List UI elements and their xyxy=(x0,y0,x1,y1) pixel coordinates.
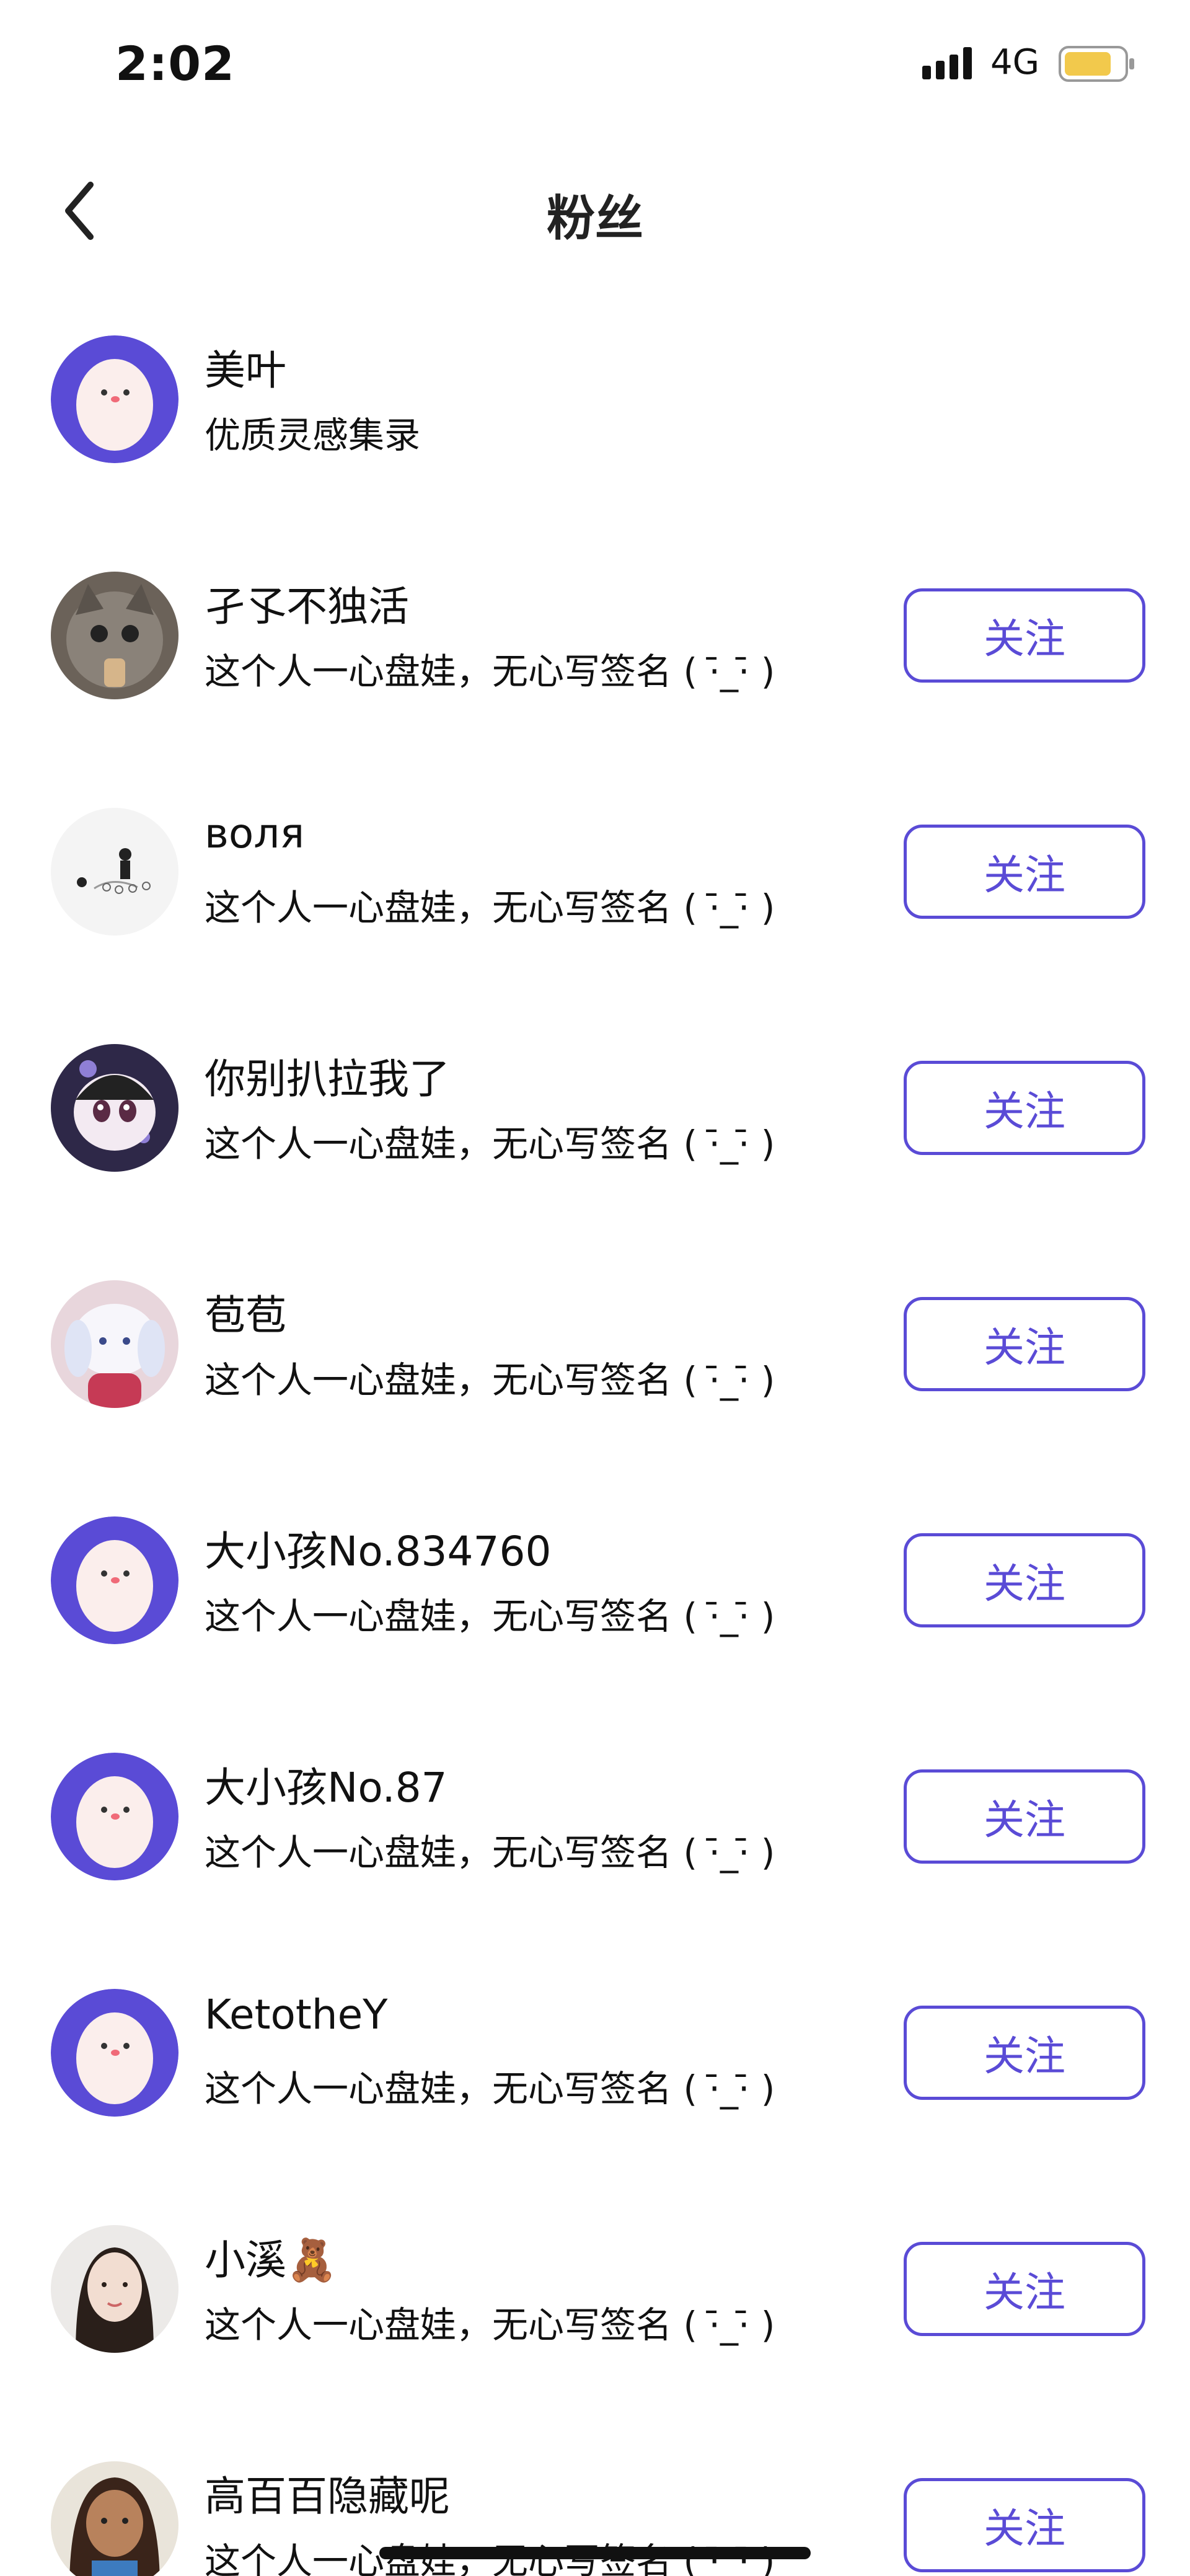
avatar[interactable] xyxy=(51,808,178,936)
status-bar: 2:02 4G xyxy=(0,0,1190,130)
follow-button[interactable]: 关注 xyxy=(904,588,1145,683)
status-time: 2:02 xyxy=(115,36,236,91)
avatar[interactable] xyxy=(51,2225,178,2353)
follow-button[interactable]: 关注 xyxy=(904,2478,1145,2572)
avatar[interactable] xyxy=(51,572,178,699)
follower-name: воля xyxy=(205,810,305,857)
follower-name: 大小孩No.87 xyxy=(205,1764,447,1812)
follower-row[interactable]: 苞苞这个人一心盘娃，无心写签名 ( ·̄_·̄ ) 关注 xyxy=(0,1255,1190,1490)
avatar-image xyxy=(51,1989,178,2117)
follower-row[interactable]: 你别扒拉我了这个人一心盘娃，无心写签名 ( ·̄_·̄ ) 关注 xyxy=(0,1019,1190,1254)
follower-name: 孑孓不独活 xyxy=(205,583,409,631)
follower-bio: 优质灵感集录 xyxy=(205,414,421,456)
avatar[interactable] xyxy=(51,1753,178,1880)
follower-bio: 这个人一心盘娃，无心写签名 ( ·̄_·̄ ) xyxy=(205,1831,775,1874)
follow-button[interactable]: 关注 xyxy=(904,1533,1145,1627)
follower-name: 苞苞 xyxy=(205,1291,286,1339)
follow-button[interactable]: 关注 xyxy=(904,1297,1145,1391)
avatar-image xyxy=(51,1753,178,1880)
follow-button[interactable]: 关注 xyxy=(904,2006,1145,2100)
follow-button[interactable]: 关注 xyxy=(904,1769,1145,1864)
avatar[interactable] xyxy=(51,1280,178,1408)
follower-name: 大小孩No.834760 xyxy=(205,1528,552,1575)
follow-button[interactable]: 关注 xyxy=(904,2242,1145,2336)
follower-row[interactable]: 大小孩No.87 这个人一心盘娃，无心写签名 ( ·̄_·̄ ) 关注 xyxy=(0,1727,1190,1963)
follower-name: 美叶 xyxy=(205,347,286,394)
avatar-image xyxy=(51,1516,178,1644)
avatar[interactable] xyxy=(51,1989,178,2117)
follow-button[interactable]: 关注 xyxy=(904,1061,1145,1155)
avatar[interactable] xyxy=(51,1516,178,1644)
page-title: 粉丝 xyxy=(546,191,643,247)
follower-row[interactable]: 大小孩No.834760 这个人一心盘娃，无心写签名 ( ·̄_·̄ ) 关注 xyxy=(0,1491,1190,1727)
avatar-image xyxy=(51,1044,178,1172)
avatar[interactable] xyxy=(51,335,178,463)
follower-row[interactable]: воля 这个人一心盘娃，无心写签名 ( ·̄_·̄ ) 关注 xyxy=(0,782,1190,1018)
avatar[interactable] xyxy=(51,2461,178,2576)
follower-row[interactable]: KetotheY 这个人一心盘娃，无心写签名 ( ·̄_·̄ ) 关注 xyxy=(0,1963,1190,2199)
network-label: 4G xyxy=(990,42,1040,82)
battery-icon xyxy=(1059,46,1134,82)
follower-name: 你别扒拉我了 xyxy=(205,1055,450,1103)
follower-bio: 这个人一心盘娃，无心写签名 ( ·̄_·̄ ) xyxy=(205,887,775,929)
avatar-image xyxy=(51,2225,178,2353)
follower-row[interactable]: 小溪🧸 这个人一心盘娃，无心写签名 ( ·̄_·̄ ) 关注 xyxy=(0,2200,1190,2435)
home-indicator xyxy=(379,2547,811,2559)
follower-bio: 这个人一心盘娃，无心写签名 ( ·̄_·̄ ) xyxy=(205,2304,775,2346)
avatar-image xyxy=(51,572,178,699)
avatar-image xyxy=(51,808,178,936)
follower-name: 小溪🧸 xyxy=(205,2236,338,2284)
follower-bio: 这个人一心盘娃，无心写签名 ( ·̄_·̄ ) xyxy=(205,1359,775,1401)
follower-name: 高百百隐藏呢 xyxy=(205,2472,450,2520)
follower-bio: 这个人一心盘娃，无心写签名 ( ·̄_·̄ ) xyxy=(205,1123,775,1165)
nav-bar: 粉丝 xyxy=(0,143,1190,279)
follower-row[interactable]: 美叶 优质灵感集录 xyxy=(0,310,1190,546)
signal-bars-icon xyxy=(922,47,972,79)
follower-bio: 这个人一心盘娃，无心写签名 ( ·̄_·̄ ) xyxy=(205,650,775,693)
avatar[interactable] xyxy=(51,1044,178,1172)
follower-row[interactable]: 孑孓不独活这个人一心盘娃，无心写签名 ( ·̄_·̄ ) 关注 xyxy=(0,546,1190,782)
follow-button[interactable]: 关注 xyxy=(904,825,1145,919)
avatar-image xyxy=(51,335,178,463)
follower-bio: 这个人一心盘娃，无心写签名 ( ·̄_·̄ ) xyxy=(205,1595,775,1637)
avatar-image xyxy=(51,1280,178,1408)
follower-bio: 这个人一心盘娃，无心写签名 ( ·̄_·̄ ) xyxy=(205,2068,775,2110)
follower-name: KetotheY xyxy=(205,1991,388,2038)
avatar-image xyxy=(51,2461,178,2576)
